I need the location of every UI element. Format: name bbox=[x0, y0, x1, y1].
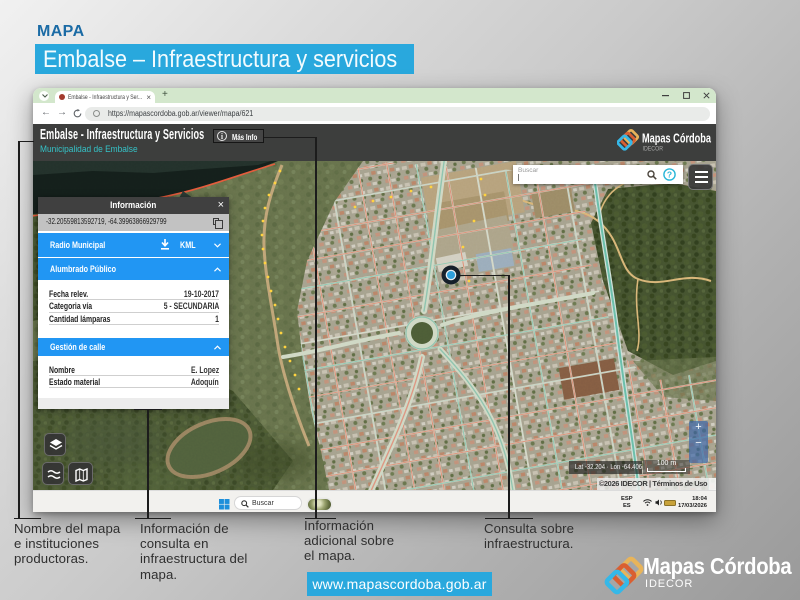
svg-text:Mapas Córdoba: Mapas Córdoba bbox=[642, 132, 712, 146]
svg-text:IDECOR: IDECOR bbox=[643, 146, 664, 153]
svg-text:?: ? bbox=[667, 169, 672, 179]
